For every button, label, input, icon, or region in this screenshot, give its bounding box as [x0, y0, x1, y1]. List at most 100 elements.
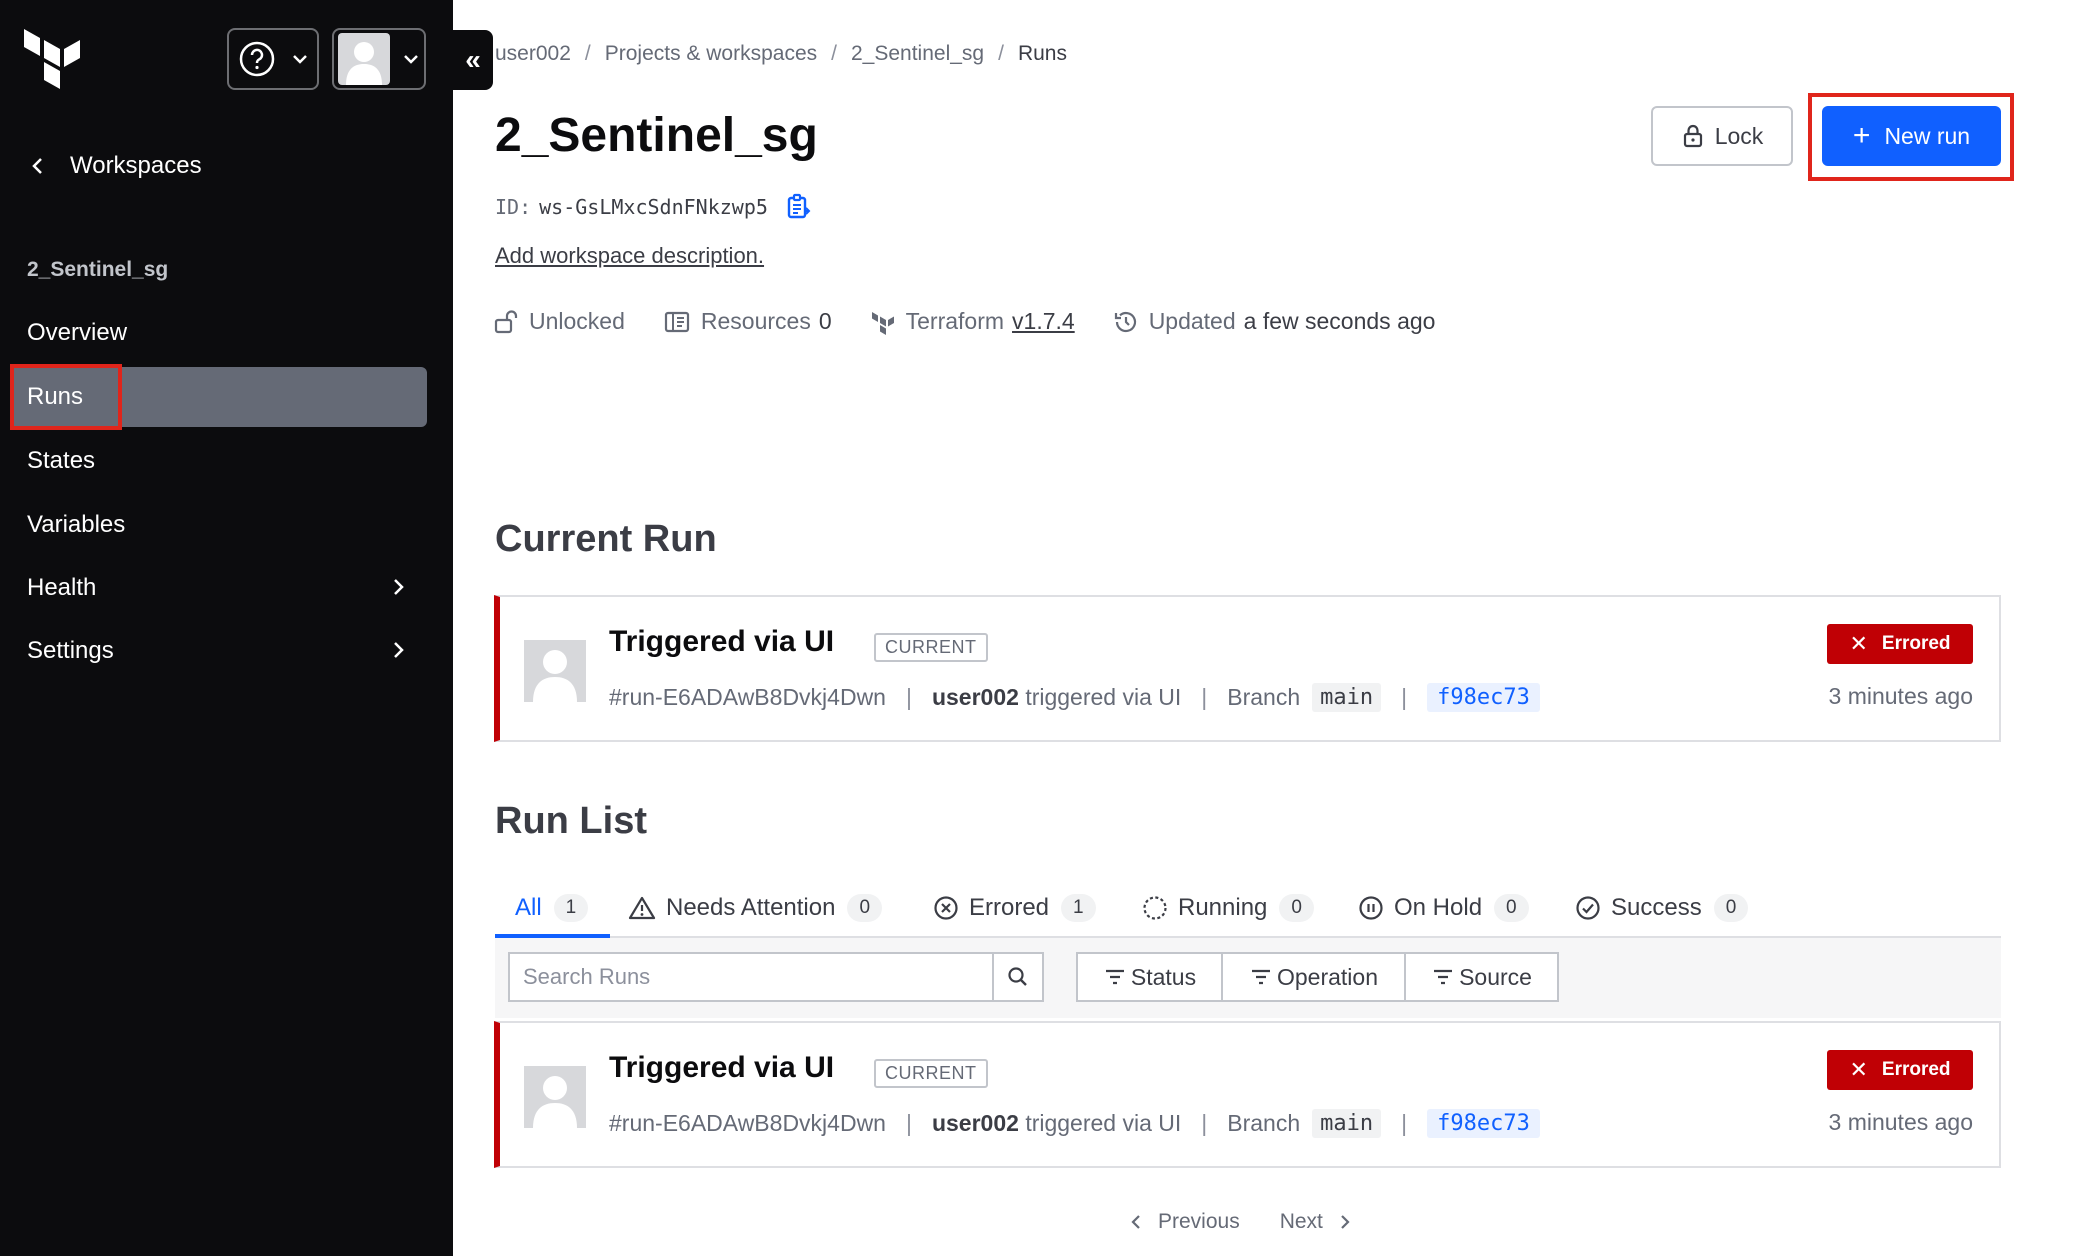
sidebar-item-label: Overview	[27, 319, 128, 346]
user-menu-button[interactable]	[332, 28, 426, 90]
sidebar-item-states[interactable]: States	[10, 431, 427, 491]
updated-label: Updated	[1148, 308, 1236, 334]
back-to-workspaces-link[interactable]: Workspaces	[28, 152, 202, 180]
resources-value: 0	[818, 308, 832, 334]
tab-needs-attention[interactable]: Needs Attention 0	[628, 888, 883, 928]
tab-running[interactable]: Running 0	[1142, 888, 1314, 928]
resources-label: Resources	[700, 308, 811, 334]
pause-circle-icon	[1359, 896, 1383, 920]
chevron-down-icon	[404, 55, 418, 64]
filter-label: Source	[1459, 963, 1532, 990]
sidebar-item-label: States	[27, 447, 96, 474]
status-label: Errored	[1881, 1059, 1951, 1080]
run-list-heading: Run List	[495, 800, 647, 842]
search-input[interactable]: Search Runs	[508, 952, 992, 1002]
unlock-icon	[494, 309, 518, 333]
tab-count: 0	[1279, 894, 1314, 922]
sidebar-item-label: Settings	[27, 637, 114, 664]
tab-label: All	[515, 894, 542, 921]
tab-label: Needs Attention	[666, 894, 836, 921]
run-meta: #run-E6ADAwB8Dvkj4Dwn | user002 triggere…	[609, 683, 1540, 712]
sidebar-item-settings[interactable]: Settings	[10, 621, 427, 681]
help-menu-button[interactable]	[227, 28, 319, 90]
search-icon	[1008, 967, 1027, 986]
run-filter-tabs: All 1 Needs Attention 0 Errored 1 Runnin…	[495, 888, 2001, 938]
user-silhouette-icon	[533, 650, 577, 702]
branch-label: Branch	[1227, 684, 1301, 710]
tab-count: 0	[847, 894, 883, 922]
breadcrumb-user[interactable]: user002	[495, 42, 571, 66]
branch-name: main	[1312, 683, 1382, 712]
status-badge: ✕ Errored	[1827, 624, 1973, 664]
commit-link[interactable]: f98ec73	[1427, 683, 1540, 712]
breadcrumb-current: Runs	[1017, 42, 1067, 65]
tab-success[interactable]: Success 0	[1575, 888, 1749, 928]
lock-button-label: Lock	[1714, 122, 1764, 149]
updated-value: a few seconds ago	[1243, 308, 1436, 334]
sidebar-item-label: Health	[27, 574, 97, 601]
current-run-heading: Current Run	[495, 518, 717, 560]
copy-icon[interactable]	[784, 193, 812, 221]
close-icon: ✕	[1849, 631, 1868, 656]
runs-highlight-box	[10, 364, 122, 430]
run-id: #run-E6ADAwB8Dvkj4Dwn	[609, 684, 886, 710]
tab-errored[interactable]: Errored 1	[933, 888, 1096, 928]
terraform-version-link[interactable]: v1.7.4	[1012, 308, 1075, 335]
chevron-down-icon	[293, 55, 307, 64]
status-badge: ✕ Errored	[1827, 1050, 1973, 1090]
sidebar-item-health[interactable]: Health	[10, 558, 427, 618]
sidebar-item-overview[interactable]: Overview	[10, 303, 427, 363]
source-filter-button[interactable]: Source	[1406, 954, 1557, 1000]
pagination: Previous Next	[1128, 1210, 1353, 1234]
run-user: user002	[931, 1110, 1019, 1136]
run-title[interactable]: Triggered via UI	[609, 625, 834, 659]
branch-name: main	[1312, 1109, 1382, 1138]
add-workspace-description-link[interactable]: Add workspace description.	[495, 243, 764, 269]
run-trigger: triggered via UI	[1025, 684, 1182, 710]
search-button[interactable]	[992, 952, 1044, 1002]
previous-page-button[interactable]: Previous	[1128, 1210, 1240, 1234]
filter-icon	[1251, 969, 1270, 985]
tab-label: On Hold	[1394, 894, 1483, 921]
commit-link[interactable]: f98ec73	[1427, 1109, 1540, 1138]
terraform-logo-icon[interactable]	[20, 25, 88, 93]
tab-all[interactable]: All 1	[515, 888, 589, 928]
filter-dropdowns: Status Operation Source	[1076, 952, 1559, 1002]
current-badge: CURRENT	[874, 633, 988, 662]
sidebar-item-variables[interactable]: Variables	[10, 495, 427, 555]
filter-bar: Search Runs Status Operation Source	[495, 938, 2001, 1018]
sidebar-workspace-name: 2_Sentinel_sg	[27, 258, 169, 281]
next-page-button[interactable]: Next	[1280, 1210, 1353, 1234]
collapse-sidebar-button[interactable]: «	[453, 30, 493, 90]
avatar	[524, 1066, 586, 1128]
terraform-icon	[871, 311, 894, 335]
filter-label: Operation	[1276, 963, 1378, 990]
chevron-right-icon	[1341, 1215, 1350, 1229]
run-title[interactable]: Triggered via UI	[609, 1051, 834, 1085]
filter-label: Status	[1130, 963, 1197, 990]
lock-button[interactable]: Lock	[1651, 106, 1793, 166]
tab-count: 0	[1713, 894, 1749, 922]
lock-icon	[1683, 124, 1702, 148]
breadcrumb-workspace[interactable]: 2_Sentinel_sg	[851, 42, 984, 66]
current-run-card[interactable]: Triggered via UI CURRENT #run-E6ADAwB8Dv…	[494, 595, 2001, 742]
chevron-left-icon	[1131, 1215, 1140, 1229]
run-list-item[interactable]: Triggered via UI CURRENT #run-E6ADAwB8Dv…	[494, 1021, 2001, 1168]
back-link-label: Workspaces	[70, 152, 202, 179]
double-chevron-left-icon: «	[465, 44, 481, 75]
resources-icon	[664, 311, 689, 332]
run-trigger: triggered via UI	[1025, 1110, 1182, 1136]
breadcrumb-separator: /	[584, 42, 591, 65]
status-filter-button[interactable]: Status	[1078, 954, 1223, 1000]
divider: |	[1201, 1110, 1208, 1136]
operation-filter-button[interactable]: Operation	[1223, 954, 1406, 1000]
filter-icon	[1105, 969, 1124, 985]
chevron-right-icon	[394, 642, 404, 658]
workspace-id-value: ws-GsLMxcSdnFNkzwp5	[539, 195, 768, 219]
user-silhouette-icon	[346, 42, 382, 85]
breadcrumb-projects[interactable]: Projects & workspaces	[605, 42, 817, 66]
workspace-id-label: ID:	[495, 195, 532, 219]
tab-on-hold[interactable]: On Hold 0	[1358, 888, 1529, 928]
divider: |	[1401, 1110, 1408, 1136]
avatar	[524, 640, 586, 702]
